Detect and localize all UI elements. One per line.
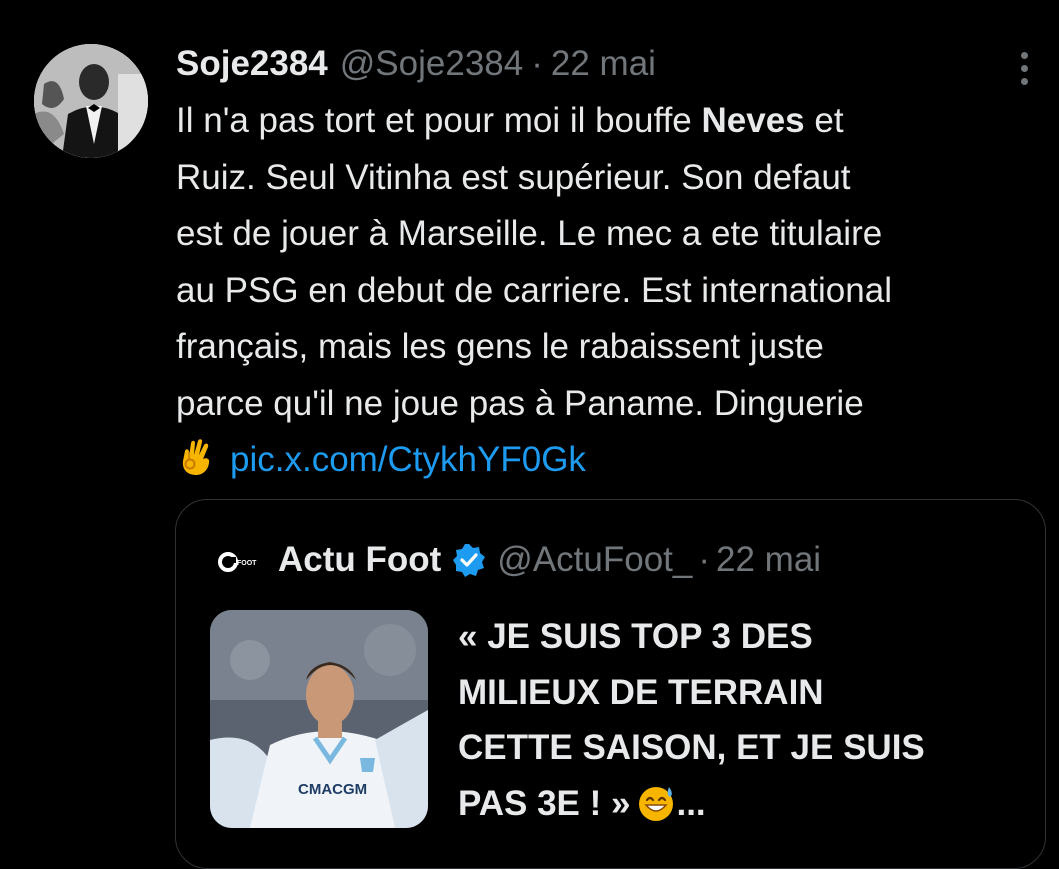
quoted-post-date[interactable]: 22 mai	[716, 540, 821, 580]
quoted-text-ellipsis: ...	[676, 783, 706, 823]
post-date[interactable]: 22 mai	[551, 40, 656, 88]
quoted-text-line: MILIEUX DE TERRAIN	[458, 672, 824, 712]
quoted-text-line: « JE SUIS TOP 3 DES	[458, 617, 813, 656]
post-header: Soje2384 @Soje2384 · 22 mai	[176, 40, 656, 88]
quoted-post-thumbnail[interactable]: CMACGM	[210, 610, 428, 828]
media-link[interactable]: pic.x.com/CtykhYF0Gk	[230, 440, 586, 479]
post-body-line: Il n'a pas tort et pour moi il bouffe Ne…	[176, 93, 1051, 150]
author-avatar[interactable]	[34, 44, 148, 158]
quoted-post-header: Actu Foot @ActuFoot_ · 22 mai	[278, 535, 821, 585]
post-body: Il n'a pas tort et pour moi il bouffe Ne…	[176, 93, 1051, 489]
post-body-line: français, mais les gens le rabaissent ju…	[176, 327, 824, 366]
post-body-line: est de jouer à Marseille. Le mec a ete t…	[176, 214, 883, 253]
header-separator: ·	[531, 44, 543, 83]
quoted-author-handle[interactable]: @ActuFoot_	[497, 540, 692, 580]
post-body-line: Ruiz. Seul Vitinha est supérieur. Son de…	[176, 157, 851, 197]
quoted-post-text: « JE SUIS TOP 3 DES MILIEUX DE TERRAIN C…	[458, 609, 1028, 831]
shirt-sponsor: CMACGM	[298, 781, 367, 798]
more-dot-icon	[1020, 77, 1028, 85]
grinning-sweat-emoji-icon	[639, 786, 674, 821]
tweet[interactable]: Soje2384 @Soje2384 · 22 mai Il n'a pas t…	[0, 0, 1059, 869]
actu-foot-logo-icon: FOOT	[218, 552, 257, 572]
post-text-bold: Neves	[701, 101, 805, 140]
author-name[interactable]: Soje2384	[176, 40, 328, 88]
ok-hand-emoji-icon	[182, 439, 210, 475]
quoted-post-card[interactable]: FOOT Actu Foot @ActuFoot_ · 22 mai CMACG…	[175, 499, 1046, 869]
author-handle[interactable]: @Soje2384	[340, 40, 523, 88]
quoted-text-segment: PAS 3E ! »	[458, 783, 631, 823]
quoted-text-line: CETTE SAISON, ET JE SUIS	[458, 728, 925, 767]
avatar-photo	[34, 44, 148, 158]
post-body-line: au PSG en debut de carriere. Est interna…	[176, 270, 892, 310]
quoted-header-separator: ·	[698, 540, 711, 579]
verified-badge-icon	[453, 544, 486, 577]
post-text-segment: et	[804, 101, 844, 140]
quoted-author-name[interactable]: Actu Foot	[278, 540, 441, 580]
post-body-line: pic.x.com/CtykhYF0Gk	[176, 432, 1051, 489]
more-options-button[interactable]	[1000, 44, 1048, 92]
post-text-segment: Il n'a pas tort et pour moi il bouffe	[176, 101, 702, 140]
logo-text: FOOT	[237, 560, 257, 567]
post-body-line: parce qu'il ne joue pas à Paname. Dingue…	[176, 383, 864, 423]
more-dot-icon	[1020, 51, 1028, 59]
more-dot-icon	[1020, 64, 1028, 72]
player-photo: CMACGM	[210, 610, 428, 828]
quoted-text-line: PAS 3E ! » ...	[458, 776, 1028, 832]
